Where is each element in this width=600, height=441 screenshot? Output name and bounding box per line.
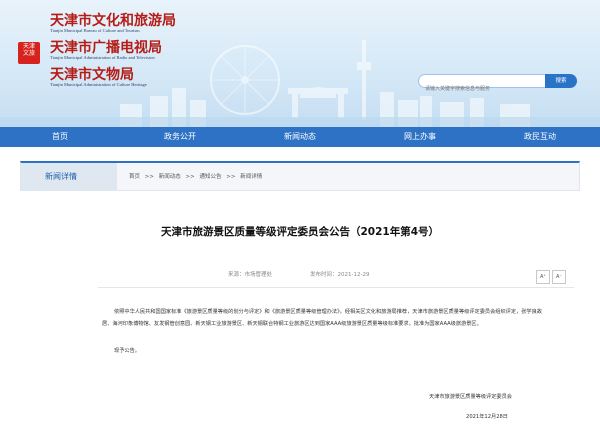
org-name-en: Tianjin Municipal Administration of Radi…: [50, 55, 155, 60]
search-button[interactable]: 搜索: [545, 74, 577, 88]
org-culture-heritage: 天津市文物局 Tianjin Municipal Administration …: [50, 67, 147, 88]
site-header: 天津 文旅 天津市文化和旅游局 Tianjin Municipal Bureau …: [0, 0, 600, 127]
bureau-seal-logo[interactable]: 天津 文旅: [18, 42, 40, 64]
org-name-cn: 天津市广播电视局: [50, 40, 162, 56]
breadcrumb-separator: >>: [226, 174, 236, 180]
article-date: 发布时间：2021-12-29: [310, 272, 370, 278]
org-name-en: Tianjin Municipal Administration of Cult…: [50, 82, 147, 87]
search-box: [418, 74, 546, 95]
breadcrumb-separator: >>: [185, 174, 195, 180]
article-body: 依照中华人民共和国国家标准《旅游景区质量等级的划分与评定》和《旅游景区质量等级管…: [102, 306, 542, 330]
org-name-cn: 天津市文化和旅游局: [50, 13, 176, 29]
nav-public-interaction[interactable]: 政民互动: [480, 127, 600, 147]
article-source: 来源：市场管理处: [228, 272, 273, 278]
main-nav: 首页 政务公开 新闻动态 网上办事 政民互动: [0, 127, 600, 147]
search-input[interactable]: [419, 83, 543, 95]
org-radio-tv: 天津市广播电视局 Tianjin Municipal Administratio…: [50, 40, 162, 61]
breadcrumb: 首页 >> 新闻动态 >> 通知公告 >> 新闻详情: [129, 163, 265, 191]
breadcrumb-bar: 新闻详情 首页 >> 新闻动态 >> 通知公告 >> 新闻详情: [20, 161, 580, 191]
divider: [98, 287, 574, 288]
article-notice: 现予公告。: [114, 348, 140, 354]
nav-government-affairs[interactable]: 政务公开: [120, 127, 240, 147]
font-decrease-button[interactable]: A⁻: [552, 270, 566, 284]
section-title: 新闻详情: [21, 163, 117, 191]
breadcrumb-notices[interactable]: 通知公告: [199, 174, 221, 180]
nav-home[interactable]: 首页: [0, 127, 120, 147]
article-paragraph: 依照中华人民共和国国家标准《旅游景区质量等级的划分与评定》和《旅游景区质量等级管…: [102, 309, 542, 327]
breadcrumb-current: 新闻详情: [240, 174, 263, 180]
font-increase-button[interactable]: A⁺: [536, 270, 550, 284]
org-name-cn: 天津市文物局: [50, 67, 134, 83]
nav-news[interactable]: 新闻动态: [240, 127, 360, 147]
breadcrumb-separator: >>: [144, 174, 154, 180]
breadcrumb-news[interactable]: 新闻动态: [159, 174, 181, 180]
breadcrumb-home[interactable]: 首页: [129, 174, 140, 180]
article-title: 天津市旅游景区质量等级评定委员会公告（2021年第4号）: [160, 226, 440, 238]
org-culture-tourism: 天津市文化和旅游局 Tianjin Municipal Bureau of Cu…: [50, 13, 176, 34]
nav-online-services[interactable]: 网上办事: [360, 127, 480, 147]
article-sign-date: 2021年12月28日: [466, 414, 508, 420]
article-signature: 天津市旅游景区质量等级评定委员会: [428, 394, 512, 400]
